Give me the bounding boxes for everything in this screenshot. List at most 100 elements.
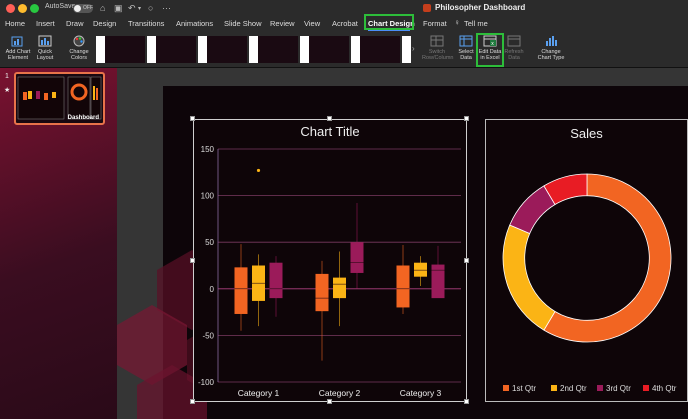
tab-draw[interactable]: Draw [66, 19, 84, 28]
close-window-button[interactable] [6, 4, 15, 13]
tab-insert[interactable]: Insert [36, 19, 55, 28]
redo-icon[interactable]: ○ [148, 3, 153, 13]
box [269, 262, 283, 299]
slide-number: 1 [5, 73, 9, 80]
refresh-data-label: Refresh Data [504, 49, 524, 61]
donut-slice [502, 224, 556, 331]
palette-icon [73, 35, 85, 47]
minimize-window-button[interactable] [18, 4, 27, 13]
switch-row-column-icon [430, 35, 444, 47]
resize-handle[interactable] [464, 258, 469, 263]
x-category-label: Category 2 [319, 388, 361, 398]
outlier-point [256, 168, 261, 173]
resize-handle[interactable] [190, 258, 195, 263]
box [414, 262, 427, 277]
box [315, 273, 329, 312]
gallery-divider [402, 36, 411, 63]
active-tab-highlight [364, 14, 414, 30]
chart-style-1[interactable] [105, 36, 145, 63]
zoom-window-button[interactable] [30, 4, 39, 13]
tab-format[interactable]: Format [423, 19, 447, 28]
chart-style-2[interactable] [156, 36, 196, 63]
more-icon[interactable]: ··· [162, 3, 171, 13]
menu-bar: Home Insert Draw Design Transitions Anim… [0, 17, 688, 32]
change-colors-label: Change Colors [69, 49, 89, 61]
select-data-button[interactable]: Select Data [455, 35, 477, 61]
add-chart-element-button[interactable]: Add Chart Element [4, 35, 32, 61]
quick-layout-button[interactable]: Quick Layout [34, 35, 56, 61]
slide-thumbnail[interactable]: Dashboard [14, 72, 105, 125]
switch-row-column-button[interactable]: Switch Row/Column [422, 35, 454, 61]
y-tick-label: -100 [198, 378, 215, 387]
change-chart-type-button[interactable]: Change Chart Type [535, 35, 567, 61]
active-tab-underline [368, 30, 410, 31]
gallery-divider [147, 36, 156, 63]
resize-handle[interactable] [327, 116, 332, 121]
y-tick-label: 100 [201, 192, 215, 201]
x-category-label: Category 1 [238, 388, 280, 398]
tab-home[interactable]: Home [5, 19, 25, 28]
tab-acrobat[interactable]: Acrobat [332, 19, 358, 28]
legend-swatch [643, 385, 649, 391]
legend-label: 1st Qtr [512, 384, 536, 393]
gallery-divider [351, 36, 360, 63]
add-chart-element-icon [11, 36, 23, 47]
resize-handle[interactable] [464, 116, 469, 121]
tab-review[interactable]: Review [270, 19, 295, 28]
legend-swatch [597, 385, 603, 391]
document-title: Philosopher Dashboard [435, 3, 526, 12]
gallery-divider [198, 36, 207, 63]
autosave-label: AutoSave [45, 3, 76, 10]
edit-data-highlight [476, 33, 504, 67]
resize-handle[interactable] [190, 399, 195, 404]
switch-row-column-label: Switch Row/Column [422, 49, 454, 61]
chart-style-4[interactable] [258, 36, 298, 63]
resize-handle[interactable] [327, 399, 332, 404]
tab-design[interactable]: Design [93, 19, 116, 28]
legend-label: 4th Qtr [652, 384, 677, 393]
tell-me-search[interactable]: Tell me [464, 19, 488, 28]
change-chart-type-label: Change Chart Type [537, 49, 565, 61]
box [234, 267, 248, 314]
gallery-scroll-icon[interactable]: › [412, 44, 415, 53]
box [350, 242, 364, 273]
slide-thumbnail-label: Dashboard [67, 115, 99, 121]
y-tick-label: 50 [205, 238, 214, 247]
add-chart-element-label: Add Chart Element [5, 49, 31, 61]
legend-label: 3rd Qtr [606, 384, 631, 393]
box [333, 277, 346, 299]
lightbulb-icon: ♀ [454, 18, 460, 27]
tab-animations[interactable]: Animations [176, 19, 213, 28]
chevron-down-icon[interactable]: ▾ [138, 5, 141, 12]
tab-transitions[interactable]: Transitions [128, 19, 164, 28]
autosave-toggle[interactable]: OFF [73, 4, 93, 13]
undo-icon[interactable]: ↶ [128, 3, 136, 14]
save-icon[interactable]: ▣ [114, 3, 123, 14]
gallery-divider [249, 36, 258, 63]
refresh-data-button[interactable]: Refresh Data [503, 35, 525, 61]
legend-label: 2nd Qtr [560, 384, 587, 393]
star-icon: ★ [4, 87, 11, 94]
legend-swatch [551, 385, 557, 391]
chart-style-3[interactable] [207, 36, 247, 63]
x-category-label: Category 3 [400, 388, 442, 398]
select-data-label: Select Data [458, 49, 474, 61]
tab-slide-show[interactable]: Slide Show [224, 19, 262, 28]
y-tick-label: -50 [202, 331, 214, 340]
resize-handle[interactable] [190, 116, 195, 121]
chart-style-5[interactable] [309, 36, 349, 63]
sales-donut-chart: 1st Qtr 2nd Qtr 3rd Qtr 4th Qtr [502, 173, 677, 393]
box [431, 264, 445, 299]
resize-handle[interactable] [464, 399, 469, 404]
tab-view[interactable]: View [304, 19, 320, 28]
change-colors-button[interactable]: Change Colors [66, 35, 92, 61]
gallery-divider [96, 36, 105, 63]
powerpoint-icon [423, 4, 431, 12]
autosave-state: OFF [83, 5, 93, 11]
change-chart-type-icon [546, 36, 557, 46]
refresh-data-icon [507, 35, 521, 47]
quick-layout-label: Quick Layout [36, 49, 54, 61]
home-icon[interactable]: ⌂ [100, 3, 105, 13]
chart-style-6[interactable] [360, 36, 400, 63]
gallery-divider [300, 36, 309, 63]
